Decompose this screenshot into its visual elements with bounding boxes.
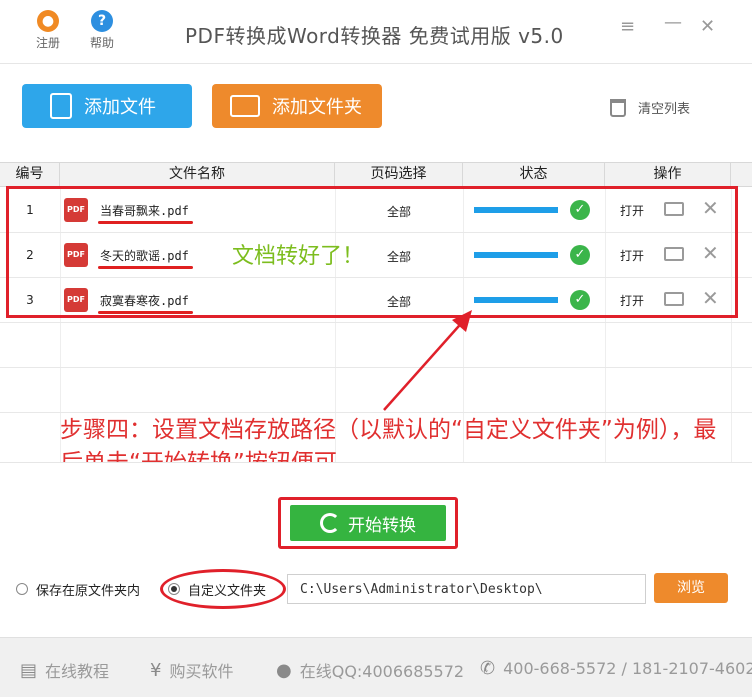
row-number: 1 — [26, 203, 34, 217]
convert-panel — [0, 462, 752, 637]
app-title: PDF转换成Word转换器 免费试用版 v5.0 — [185, 24, 564, 48]
radio-custom-folder[interactable] — [168, 583, 180, 595]
add-folder-button[interactable]: 添加文件夹 — [212, 84, 382, 128]
row-divider — [0, 412, 752, 413]
delete-icon[interactable]: ✕ — [702, 286, 719, 310]
tutorial-link[interactable]: ▤ 在线教程 — [20, 658, 109, 682]
progress-fill — [474, 297, 558, 303]
close-icon[interactable]: ✕ — [700, 16, 715, 37]
row-number: 2 — [26, 248, 34, 262]
yen-icon: ¥ — [150, 659, 162, 681]
phone-label: 400-668-5572 / 181-2107-4602 — [503, 659, 752, 678]
check-icon: ✓ — [570, 290, 590, 310]
user-icon: ● — [37, 10, 59, 32]
qq-link[interactable]: ● 在线QQ:4006685572 — [276, 658, 464, 682]
file-name: 冬天的歌谣.pdf — [100, 249, 189, 263]
delete-icon[interactable]: ✕ — [702, 196, 719, 220]
pdf-icon: PDF — [64, 243, 88, 267]
delete-icon[interactable]: ✕ — [702, 241, 719, 265]
refresh-icon — [320, 513, 340, 533]
progress-bar — [474, 252, 558, 258]
progress-bar — [474, 297, 558, 303]
table-row[interactable]: 1 PDF 当春哥飘来.pdf 全部 ✓ 打开 ✕ — [0, 187, 752, 232]
register-label: 注册 — [35, 36, 60, 50]
annotation-done-note: 文档转好了！ — [232, 244, 365, 269]
qq-label: 在线QQ:4006685572 — [299, 662, 465, 681]
pdf-icon: PDF — [64, 288, 88, 312]
progress-fill — [474, 252, 558, 258]
column-header-status: 状态 — [463, 163, 605, 187]
annotation-underline — [98, 266, 193, 269]
clear-list-button[interactable]: 清空列表 — [610, 98, 690, 117]
tutorial-label: 在线教程 — [45, 662, 110, 681]
browse-button[interactable]: 浏览 — [654, 573, 728, 603]
title-bar: ● 注册 ? 帮助 PDF转换成Word转换器 免费试用版 v5.0 ≡ — ✕ — [0, 0, 752, 64]
footer-bar: ▤ 在线教程 ¥ 购买软件 ● 在线QQ:4006685572 ✆ 400-66… — [0, 637, 752, 697]
help-label: 帮助 — [89, 36, 114, 50]
open-file-link[interactable]: 打开 — [620, 292, 644, 309]
row-divider — [0, 322, 752, 323]
document-icon — [50, 93, 72, 119]
add-file-button[interactable]: 添加文件 — [22, 84, 192, 128]
pdf-icon: PDF — [64, 198, 88, 222]
progress-bar — [474, 207, 558, 213]
check-icon: ✓ — [570, 200, 590, 220]
annotation-underline — [98, 311, 193, 314]
menu-icon[interactable]: ≡ — [620, 16, 635, 37]
register-button[interactable]: ● 注册 — [28, 10, 68, 51]
open-folder-icon[interactable] — [664, 292, 684, 306]
page-selection[interactable]: 全部 — [335, 293, 463, 310]
start-convert-button[interactable]: 开始转换 — [290, 505, 446, 541]
add-folder-label: 添加文件夹 — [272, 97, 362, 118]
file-name: 寂寞春寒夜.pdf — [100, 294, 189, 308]
annotation-underline — [98, 221, 193, 224]
open-file-link[interactable]: 打开 — [620, 202, 644, 219]
column-header-actions: 操作 — [605, 163, 731, 187]
column-header-number: 编号 — [0, 163, 60, 187]
radio-save-original[interactable] — [16, 583, 28, 595]
document-icon: ▤ — [20, 659, 38, 681]
row-divider — [0, 367, 752, 368]
table-header: 编号 文件名称 页码选择 状态 操作 — [0, 163, 752, 187]
table-row[interactable]: 3 PDF 寂寞春寒夜.pdf 全部 ✓ 打开 ✕ — [0, 277, 752, 322]
file-name: 当春哥飘来.pdf — [100, 204, 189, 218]
radio-label-original[interactable]: 保存在原文件夹内 — [36, 580, 140, 599]
buy-link[interactable]: ¥ 购买软件 — [150, 658, 233, 682]
output-path-input[interactable] — [287, 574, 646, 604]
clear-list-label: 清空列表 — [638, 102, 691, 117]
row-number: 3 — [26, 293, 34, 307]
phone-icon: ✆ — [480, 658, 496, 679]
progress-fill — [474, 207, 558, 213]
help-icon: ? — [91, 10, 113, 32]
check-icon: ✓ — [570, 245, 590, 265]
column-header-pages: 页码选择 — [335, 163, 463, 187]
open-folder-icon[interactable] — [664, 202, 684, 216]
table-row[interactable]: 2 PDF 冬天的歌谣.pdf 全部 ✓ 打开 ✕ — [0, 232, 752, 277]
start-convert-label: 开始转换 — [348, 515, 416, 536]
qq-icon: ● — [276, 659, 292, 681]
minimize-icon[interactable]: — — [664, 12, 682, 33]
phone-info: ✆ 400-668-5572 / 181-2107-4602 — [480, 658, 752, 679]
column-header-filename: 文件名称 — [60, 163, 335, 187]
help-button[interactable]: ? 帮助 — [82, 10, 122, 51]
annotation-box-start: 开始转换 — [278, 497, 458, 549]
page-selection[interactable]: 全部 — [335, 203, 463, 220]
radio-label-custom[interactable]: 自定义文件夹 — [188, 580, 266, 599]
open-file-link[interactable]: 打开 — [620, 247, 644, 264]
folder-icon — [230, 95, 260, 117]
trash-icon — [610, 98, 626, 117]
open-folder-icon[interactable] — [664, 247, 684, 261]
buy-label: 购买软件 — [169, 662, 234, 681]
add-file-label: 添加文件 — [84, 97, 156, 118]
